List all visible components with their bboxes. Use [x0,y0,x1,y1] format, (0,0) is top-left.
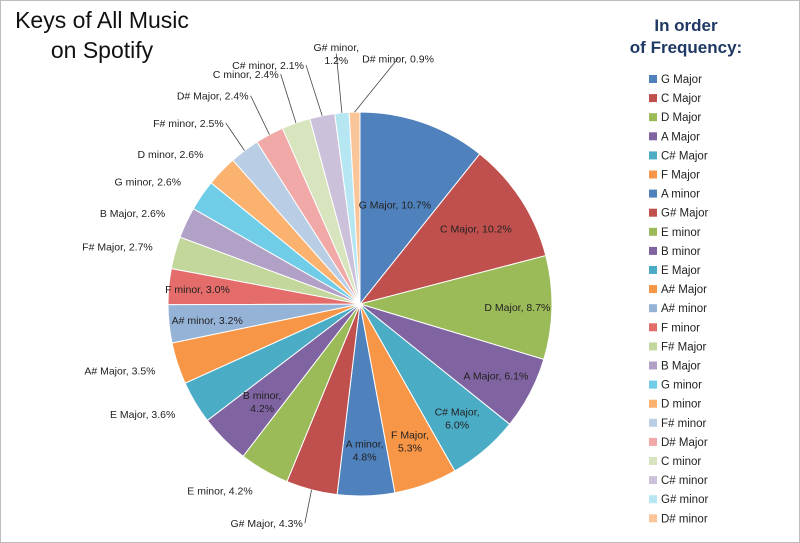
legend-label-a-minor: A minor [661,189,700,201]
legend-swatch-c-major [649,94,657,103]
legend-swatch-d-major [649,113,657,122]
legend-swatch-d-minor [649,399,657,408]
slice-label-e-minor: E minor, 4.2% [187,485,252,497]
legend-swatch-c-sharp-minor [649,476,657,485]
leader-line-c-sharp-minor [305,64,323,116]
legend-label-g-sharp-major: G# Major [661,208,708,220]
legend-label-e-minor: E minor [661,227,701,239]
legend-swatch-g-minor [649,380,657,389]
legend-label-d-major: D Major [661,112,701,124]
legend-label-g-major: G Major [661,74,702,86]
slice-label-a-sharp-minor: A# minor, 3.2% [172,315,243,327]
legend-swatch-f-minor [649,323,657,332]
legend-swatch-b-major [649,361,657,370]
legend-label-c-sharp-minor: C# minor [661,475,708,487]
leader-line-d-sharp-minor [354,58,399,113]
pie-chart: G Major, 10.7% C Major, 10.2% D Major, 8.7… [82,42,708,530]
legend-label-e-major: E Major [661,265,701,277]
leader-line-d-sharp-major [250,95,270,135]
legend-swatch-a-major [649,132,657,141]
legend-swatch-e-minor [649,227,657,236]
slice-label-g-minor: G minor, 2.6% [115,176,182,188]
legend-label-g-minor: G minor [661,380,702,392]
slice-label-d-minor: D minor, 2.6% [138,149,204,161]
legend-label-f-major: F Major [661,170,700,182]
legend-swatch-a-sharp-major [649,285,657,294]
slice-label-g-sharp-major: G# Major, 4.3% [230,518,302,530]
slice-label-d-sharp-major: D# Major, 2.4% [177,91,249,103]
legend-swatch-f-sharp-minor [649,418,657,427]
legend-label-f-sharp-major: F# Major [661,341,707,353]
legend-label-a-sharp-major: A# Major [661,284,707,296]
slice-label-d-sharp-minor: D# minor, 0.9% [362,53,434,65]
slice-label-d-major: D Major, 8.7% [484,302,550,314]
legend-swatch-g-major [649,75,657,83]
legend-label-d-sharp-minor: D# minor [661,513,708,525]
legend-swatch-c-minor [649,457,657,465]
slice-label-f-sharp-major: F# Major, 2.7% [82,241,153,253]
legend-swatch-d-sharp-minor [649,514,657,523]
legend-label-f-minor: F minor [661,322,700,334]
legend-swatch-b-minor [649,246,657,255]
slice-label-c-major: C Major, 10.2% [440,224,512,236]
slice-label-a-sharp-major: A# Major, 3.5% [84,366,155,378]
legend-swatch-g-sharp-major [649,208,657,217]
legend-swatch-a-sharp-minor [649,304,657,313]
legend-swatch-f-major [649,170,657,179]
slice-label-c-sharp-minor: C# minor, 2.1% [232,60,304,72]
legend-label-d-sharp-major: D# Major [661,437,708,449]
leader-line-f-sharp-minor [225,122,245,151]
legend-label-c-minor: C minor [661,456,701,468]
slice-label-g-major: G Major, 10.7% [359,199,431,211]
chart-area: Keys of All Music on Spotify In order of… [0,0,800,543]
slice-label-b-major: B Major, 2.6% [100,208,165,220]
legend-label-a-major: A Major [661,131,700,143]
slice-label-f-sharp-minor: F# minor, 2.5% [153,118,224,130]
legend-swatch-g-sharp-minor [649,495,657,504]
legend-swatch-f-sharp-major [649,342,657,351]
legend-label-d-minor: D minor [661,399,701,411]
legend-swatch-e-major [649,266,657,274]
legend-label-a-sharp-minor: A# minor [661,303,707,315]
legend-label-c-major: C Major [661,93,701,105]
legend-swatch-c-sharp-major [649,151,657,160]
legend: G Major C Major D Major A Major C# Major F Ma… [649,74,708,525]
leader-line-c-minor [280,73,297,124]
legend-swatch-a-minor [649,189,657,198]
legend-swatch-d-sharp-major [649,437,657,446]
legend-label-b-major: B Major [661,361,701,373]
legend-label-b-minor: B minor [661,246,701,258]
legend-label-f-sharp-minor: F# minor [661,418,707,430]
leader-line-g-sharp-major [304,489,312,524]
slice-label-g-sharp-minor: G# minor, 1.2% [314,42,360,67]
legend-label-c-sharp-major: C# Major [661,150,708,162]
slice-label-e-major: E Major, 3.6% [110,409,175,421]
slice-label-f-minor: F minor, 3.0% [165,284,230,296]
slice-label-a-major: A Major, 6.1% [464,371,529,383]
legend-label-g-sharp-minor: G# minor [661,494,708,506]
